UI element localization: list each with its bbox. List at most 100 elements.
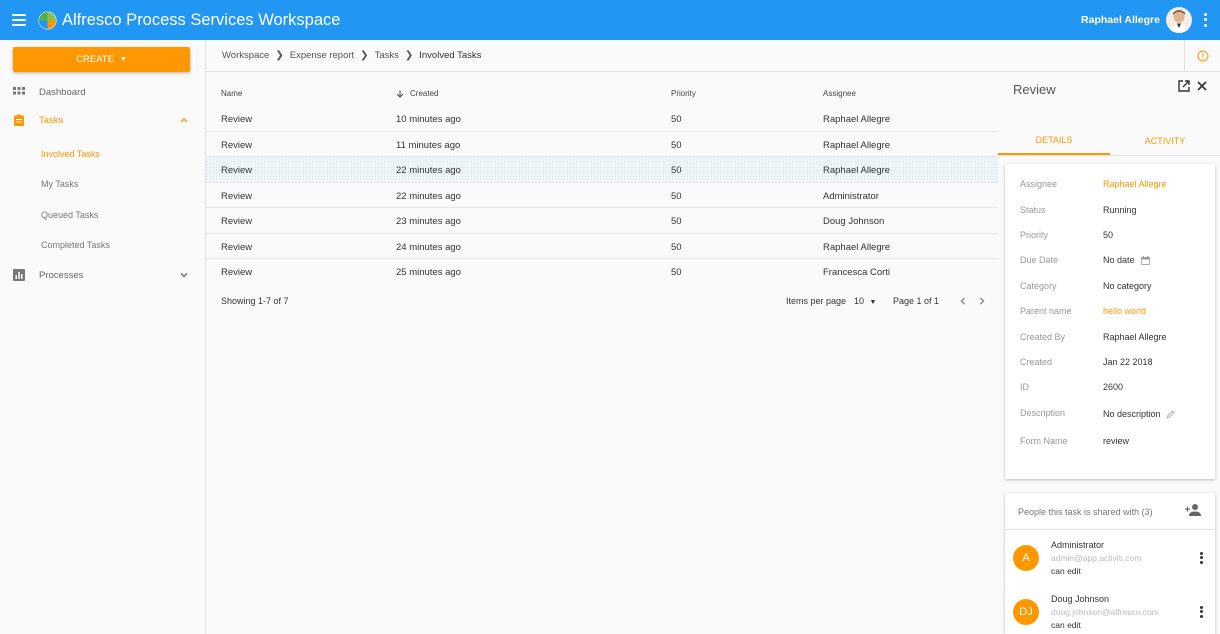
prop-value-form-name[interactable]: review [1103,436,1129,446]
table-row[interactable]: Review 23 minutes ago 50 Doug Johnson [206,208,998,234]
cell-assignee: Administrator [823,190,879,202]
next-page-button[interactable] [975,294,989,308]
cell-name: Review [221,190,253,202]
sidebar-item-dashboard[interactable]: Dashboard [0,81,205,103]
close-icon[interactable] [1195,79,1209,93]
prop-label-id: ID [1020,382,1029,392]
cell-assignee: Raphael Allegre [823,139,891,151]
cell-name: Review [221,241,253,253]
task-filter-queued[interactable]: Queued Tasks [0,204,205,226]
column-header-name[interactable]: Name [221,89,242,98]
clipboard-icon [14,114,24,126]
cell-name: Review [221,139,253,151]
calendar-icon[interactable] [1140,255,1150,265]
person-email: admin@app.activiti.com [1051,553,1142,563]
prop-value-parent-name[interactable]: hello world [1103,306,1146,316]
column-header-assignee[interactable]: Assignee [823,89,856,98]
pencil-icon[interactable] [1165,409,1175,419]
sidebar-item-tasks[interactable]: Tasks [0,109,205,131]
task-filter-involved[interactable]: Involved Tasks [0,143,205,165]
cell-name: Review [221,267,253,278]
person-add-icon[interactable] [1185,503,1201,517]
table-row[interactable]: Review 10 minutes ago 50 Raphael Allegre [206,106,998,132]
cell-name: Review [221,216,253,227]
breadcrumb-expense-report[interactable]: Expense report [290,50,354,61]
prop-label-description: Description [1020,408,1066,418]
column-header-priority[interactable]: Priority [671,89,696,98]
task-filter-my-tasks[interactable]: My Tasks [0,173,205,195]
table-row[interactable]: Review 25 minutes ago 50 Francesca Corti [206,259,998,285]
cell-created: 24 minutes ago [396,241,461,253]
prop-value-description[interactable]: No description [1103,409,1175,419]
more-vert-icon[interactable] [1198,551,1204,565]
chevron-up-icon [180,118,188,123]
sidebar-item-processes[interactable]: Processes [0,264,205,286]
prop-value-category: No category [1103,281,1152,291]
cell-name: Review [221,114,253,125]
cell-priority: 50 [671,190,682,202]
top-app-bar: Alfresco Process Services Workspace Raph… [0,0,1220,40]
caret-down-icon: ▼ [869,299,877,306]
chevron-right-icon [980,297,985,305]
person-permission: can edit [1051,620,1081,630]
cell-priority: 50 [671,114,682,125]
task-detail-title: Review [1013,82,1056,97]
chevron-right-icon: ❯ [404,50,414,61]
cell-priority: 50 [671,139,682,151]
cell-created: 22 minutes ago [396,165,461,176]
column-header-label: Created [410,89,439,98]
more-vert-icon[interactable] [1198,12,1212,28]
table-header: Name Created Priority Assignee [206,82,998,104]
divider [1005,529,1215,530]
caret-down-icon: ▼ [119,56,127,63]
page-indicator: Page 1 of 1 [893,296,940,306]
breadcrumb: Workspace ❯ Expense report ❯ Tasks ❯ Inv… [206,40,1184,72]
cell-created: 11 minutes ago [396,139,461,151]
table-row[interactable]: Review 22 minutes ago 50 Administrator [206,183,998,208]
bar-chart-icon [13,269,25,281]
create-button[interactable]: CREATE ▼ [13,47,190,72]
cell-assignee: Doug Johnson [823,216,885,227]
sidebar-item-label: Tasks [39,114,64,126]
cell-created: 10 minutes ago [396,114,461,125]
breadcrumb-workspace[interactable]: Workspace [222,50,269,61]
user-avatar[interactable] [1166,7,1192,33]
task-filter-completed[interactable]: Completed Tasks [0,234,205,256]
prop-value-due-date[interactable]: No date [1103,255,1150,265]
tab-activity[interactable]: ACTIVITY [1110,127,1220,155]
table-row[interactable]: Review 24 minutes ago 50 Raphael Allegre [206,234,998,259]
open-in-new-icon[interactable] [1177,79,1191,93]
grid-icon [13,87,25,95]
user-name[interactable]: Raphael Allegre [1081,14,1160,26]
prop-value-priority[interactable]: 50 [1103,230,1113,240]
menu-icon[interactable] [12,14,26,26]
sidebar-item-label: Dashboard [39,86,86,98]
column-header-created[interactable]: Created [396,89,438,98]
person-avatar: A [1013,545,1039,571]
breadcrumb-tasks[interactable]: Tasks [375,50,399,61]
previous-page-button[interactable] [956,294,970,308]
user-avatar-icon [1169,10,1189,33]
info-toggle[interactable] [1184,40,1220,72]
cell-assignee: Raphael Allegre [823,241,891,253]
cell-assignee: Raphael Allegre [823,114,891,125]
arrow-down-icon [396,90,404,98]
sidebar-item-label: Processes [39,269,84,281]
cell-assignee: Francesca Corti [823,267,891,278]
cell-name: Review [221,165,253,176]
tab-details[interactable]: DETAILS [998,127,1110,155]
prop-label-category: Category [1020,281,1057,291]
person-name: Administrator [1051,540,1105,550]
prop-value-created: Jan 22 2018 [1103,357,1153,367]
items-per-page-select[interactable]: 10 ▼ [854,296,876,306]
prop-label-form-name: Form Name [1020,436,1068,446]
sidebar: CREATE ▼ Dashboard Tasks Involved Tasks … [0,40,206,634]
table-row-selected[interactable]: Review 22 minutes ago 50 Raphael Allegre [206,157,998,183]
items-per-page-label: Items per page [786,296,847,306]
more-vert-icon[interactable] [1198,605,1204,619]
people-header: People this task is shared with (3) [1018,507,1153,517]
cell-priority: 50 [671,216,682,227]
prop-label-priority: Priority [1020,230,1049,240]
prop-value-assignee[interactable]: Raphael Allegre [1103,179,1167,189]
table-row[interactable]: Review 11 minutes ago 50 Raphael Allegre [206,132,998,157]
